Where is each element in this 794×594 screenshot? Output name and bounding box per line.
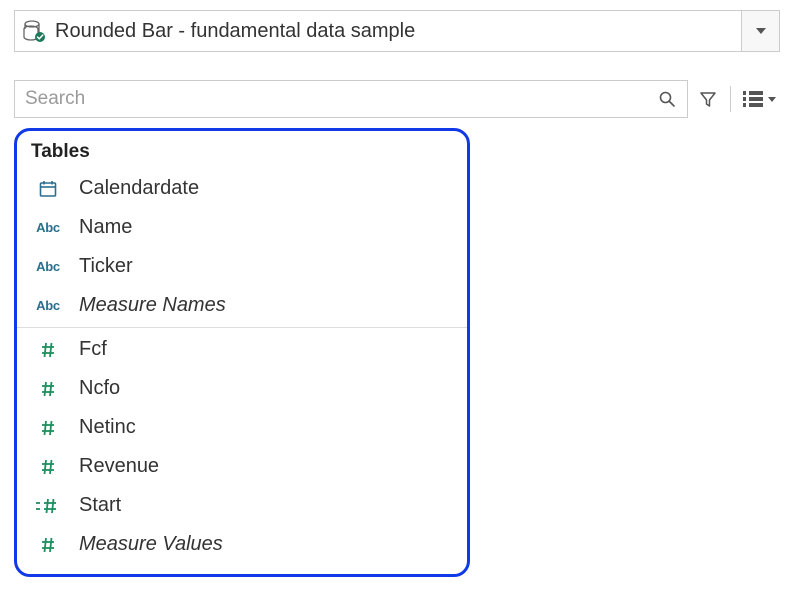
filter-icon[interactable] (694, 85, 722, 113)
field-label: Measure Names (79, 294, 226, 317)
chevron-down-icon (756, 28, 766, 34)
string-icon: Abc (31, 220, 65, 235)
list-view-icon (743, 91, 763, 107)
date-icon (31, 179, 65, 199)
field-row[interactable]: Fcf (17, 330, 467, 369)
number-icon (31, 340, 65, 360)
datasource-main: Rounded Bar - fundamental data sample (15, 19, 741, 43)
number-icon (31, 457, 65, 477)
datasource-title: Rounded Bar - fundamental data sample (55, 20, 415, 43)
field-label: Fcf (79, 338, 107, 361)
field-label: Measure Values (79, 533, 223, 556)
datasource-dropdown-button[interactable] (741, 11, 779, 51)
search-icon[interactable] (653, 85, 681, 113)
field-row[interactable]: Abc Name (17, 208, 467, 247)
search-field-wrap (14, 80, 688, 118)
field-row[interactable]: Revenue (17, 447, 467, 486)
search-input[interactable] (25, 88, 653, 110)
field-label: Netinc (79, 416, 136, 439)
field-row[interactable]: Ncfo (17, 369, 467, 408)
schema-toolbar (14, 80, 780, 118)
datasource-selector[interactable]: Rounded Bar - fundamental data sample (14, 10, 780, 52)
field-row[interactable]: Netinc (17, 408, 467, 447)
panel-header: Tables (17, 139, 467, 169)
fields-divider (17, 327, 467, 328)
calculated-number-icon (31, 496, 65, 516)
field-label: Name (79, 216, 132, 239)
string-icon: Abc (31, 298, 65, 313)
number-icon (31, 418, 65, 438)
field-row[interactable]: Calendardate (17, 169, 467, 208)
fields-panel: Tables Calendardate Abc Name Abc Ticker … (14, 128, 470, 577)
field-label: Start (79, 494, 121, 517)
field-row[interactable]: Start (17, 486, 467, 525)
string-icon: Abc (31, 259, 65, 274)
field-label: Ncfo (79, 377, 120, 400)
field-row[interactable]: Abc Measure Names (17, 286, 467, 325)
field-row[interactable]: Measure Values (17, 525, 467, 564)
number-icon (31, 535, 65, 555)
view-mode-button[interactable] (739, 91, 780, 107)
field-label: Calendardate (79, 177, 199, 200)
toolbar-separator (730, 86, 731, 112)
datasource-icon (23, 19, 47, 43)
field-row[interactable]: Abc Ticker (17, 247, 467, 286)
chevron-down-icon (768, 97, 776, 102)
number-icon (31, 379, 65, 399)
field-label: Revenue (79, 455, 159, 478)
field-label: Ticker (79, 255, 133, 278)
